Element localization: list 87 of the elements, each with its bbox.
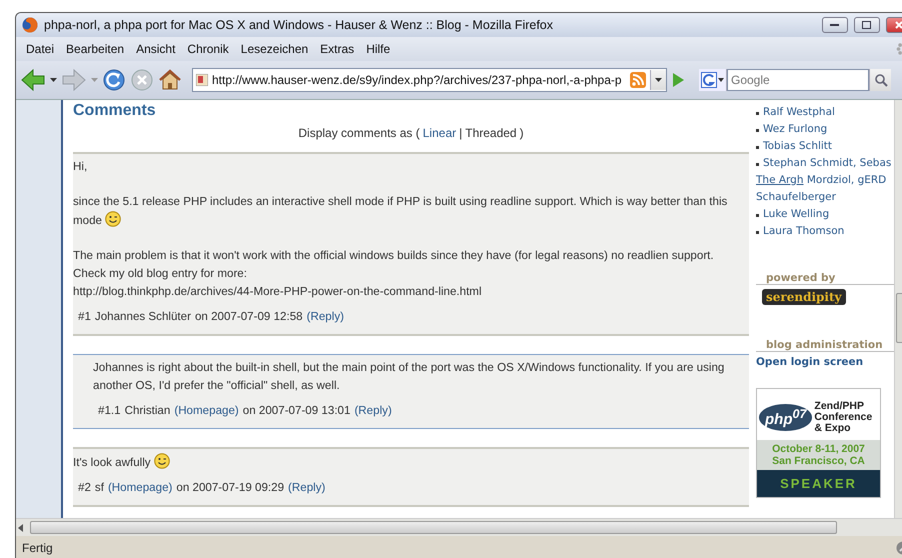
speaker-badge: SPEAKER [757, 470, 880, 497]
author-link[interactable]: Ralf Westphal [763, 104, 835, 121]
homepage-link[interactable]: (Homepage) [108, 479, 172, 497]
back-button[interactable] [20, 68, 46, 92]
go-arrow-icon [671, 72, 685, 88]
reply-link[interactable]: (Reply) [306, 308, 344, 326]
author-link[interactable]: Stephan Schmidt, Sebas [763, 155, 892, 172]
search-button[interactable] [869, 69, 891, 91]
comment-author: Christian [124, 403, 170, 419]
powered-by-heading: powered by [756, 272, 894, 285]
status-text: Fertig [22, 540, 54, 554]
close-icon [895, 21, 902, 29]
serendipity-logo[interactable]: serendipity [762, 289, 846, 305]
comment-date: on 2007-07-09 13:01 [242, 403, 350, 419]
home-icon [158, 68, 182, 92]
display-option: Threaded [465, 126, 517, 140]
comment-date: on 2007-07-19 09:29 [176, 480, 284, 496]
php-logo: php$^{07}$ [759, 404, 812, 431]
author-link[interactable]: Tobias Schlitt [763, 138, 832, 155]
banner-date: October 8-11, 2007 [771, 443, 866, 455]
minimize-icon [830, 23, 840, 27]
minimize-button[interactable] [822, 17, 848, 33]
menu-item[interactable]: Chronik [181, 40, 235, 58]
author-link[interactable]: Wez Furlong [763, 121, 828, 138]
display-label: Display comments as ( [298, 126, 420, 140]
display-option-link[interactable]: Linear [422, 126, 456, 140]
separator: | [459, 126, 462, 140]
comment-text: Johannes is right about the built-in shell, but the main point of the port was the OS X/Windows functionality. If you are using another OS, I'd prefer the "official" shell, as well. [93, 360, 726, 394]
maximize-button[interactable] [854, 17, 880, 33]
window-title: phpa-norl, a phpa port for Mac OS X and Windows - Hauser & Wenz :: Blog - Mozilla Firefox [44, 18, 554, 32]
reply-link[interactable]: (Reply) [288, 479, 326, 497]
homepage-link[interactable]: (Homepage) [174, 402, 239, 420]
maximize-icon [862, 21, 872, 29]
scroll-left-icon[interactable] [16, 524, 26, 532]
home-button[interactable] [158, 68, 182, 92]
menu-item[interactable]: Extras [314, 40, 360, 58]
search-engine-icon [701, 72, 717, 88]
search-icon [874, 73, 888, 87]
caret-icon [718, 78, 724, 82]
comment-number: #1.1 [98, 403, 121, 419]
admin-heading: blog administration [756, 339, 894, 352]
menu-item[interactable]: Ansicht [130, 40, 182, 58]
comments-heading: Comments [73, 102, 157, 121]
stop-icon [130, 68, 154, 92]
horizontal-scrollbar[interactable] [16, 518, 902, 536]
conference-banner[interactable]: php$^{07}$ Zend/PHP Conference & Expo October 8-11, 2007 San Francisco, CA SPEAKER [756, 388, 881, 498]
back-arrow-icon [20, 68, 46, 92]
comment-author: sf [94, 480, 104, 496]
page-icon [196, 74, 208, 86]
caret-icon [655, 78, 662, 82]
address-field[interactable]: http://www.hauser-wenz.de/s9y/index.php?/archives/237-phpa-norl,-a-phpa-p [192, 68, 667, 92]
comment-author: Johannes Schlüter [94, 309, 191, 325]
back-history-button[interactable] [50, 78, 57, 82]
author-link[interactable]: The Argh [756, 174, 804, 186]
search-field[interactable]: Google [727, 69, 869, 91]
comment-text: since the 5.1 release PHP includes an interactive shell mode if PHP is built using readline support. Which is way better than this mode [73, 194, 728, 229]
firefox-icon [22, 17, 38, 33]
comment-date: on 2007-07-09 12:58 [194, 309, 303, 325]
reload-icon [102, 68, 126, 92]
caret-icon [91, 78, 98, 82]
comment-text: The main problem is that it won't work with the official windows builds since they have (for legal reasons) no readlien support. Check my old blog entry for more: http://blog.thinkphp.de/archives/44-More-PHP-power-on-the-command-line.html [73, 248, 715, 300]
banner-title: & Expo [814, 423, 852, 434]
history-dropdown-button[interactable] [650, 70, 666, 90]
author-link[interactable]: Luke Welling [763, 206, 830, 223]
comment-text: It's look awfully [73, 453, 749, 472]
smiley-icon [154, 453, 170, 469]
menu-item[interactable]: Bearbeiten [60, 40, 130, 58]
reply-link[interactable]: (Reply) [354, 402, 392, 420]
smiley-icon [105, 211, 122, 227]
banner-place: San Francisco, CA [771, 455, 866, 467]
reload-button[interactable] [102, 68, 126, 92]
menu-item[interactable]: Datei [20, 40, 60, 58]
caret-icon [50, 78, 57, 82]
comment-number: #1 [78, 309, 91, 325]
banner-title: Zend/PHP [814, 401, 865, 412]
comment-text: Hi, [73, 159, 88, 175]
search-engine-button[interactable] [699, 69, 727, 91]
comment-number: #2 [78, 480, 91, 496]
menu-item[interactable]: Hilfe [360, 40, 396, 58]
forward-arrow-icon [61, 68, 87, 92]
author-link[interactable]: Mordziol, gERD [806, 174, 886, 186]
display-suffix: ) [520, 126, 524, 140]
author-link[interactable]: Laura Thomson [763, 223, 844, 240]
author-link[interactable]: Schaufelberger [756, 191, 836, 203]
login-link[interactable]: Open login screen [756, 356, 894, 368]
banner-title: Conference [814, 412, 872, 423]
menu-item[interactable]: Lesezeichen [234, 40, 314, 58]
